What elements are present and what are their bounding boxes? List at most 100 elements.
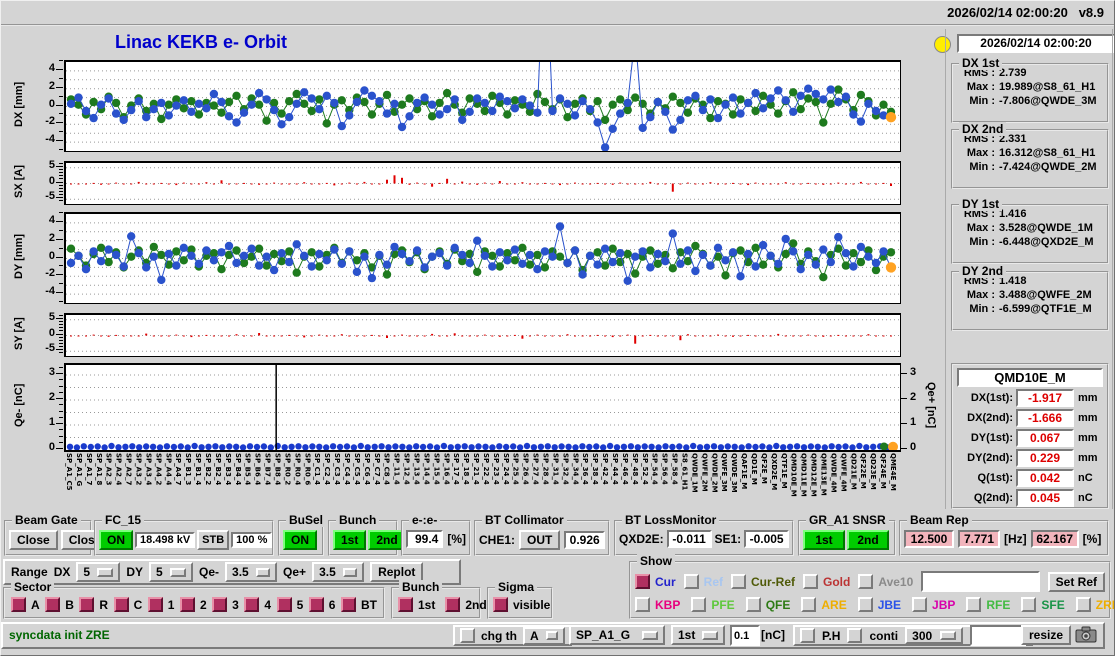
gr-a1-2nd-button[interactable]: 2nd bbox=[847, 530, 889, 550]
selected-monitor-panel: QMD10E_M DX(1st): -1.917 mm DX(2nd): -1.666 m… bbox=[951, 363, 1109, 509]
bt-collimator-title: BT Collimator bbox=[482, 513, 567, 527]
bpm-name-axis: SP_A1_C5 SP_A1_G SP_A1_7 SP_A1_8 SP_A2_3 SP_A… bbox=[64, 452, 900, 508]
che1-out-button[interactable]: OUT bbox=[519, 530, 561, 550]
y-minor-tick bbox=[59, 187, 63, 189]
set-ref-button[interactable]: Set Ref bbox=[1047, 571, 1105, 592]
bpm-name: QWFE_2M bbox=[700, 453, 709, 492]
busel-on-button[interactable]: ON bbox=[283, 530, 317, 550]
bpm-name: QXD2E_M bbox=[769, 453, 778, 491]
y-minor-tick bbox=[59, 149, 63, 150]
spare-input[interactable] bbox=[970, 625, 1027, 646]
bunch-checkbox-1st[interactable] bbox=[398, 597, 413, 612]
show-checkbox-zre[interactable] bbox=[1075, 597, 1091, 612]
fc15-kv-readout: 18.498 kV bbox=[135, 532, 196, 548]
count-select[interactable]: 300 bbox=[905, 627, 964, 644]
show-label-jbp: JBP bbox=[932, 597, 956, 612]
sector-checkbox-r[interactable] bbox=[79, 597, 95, 612]
show-checkbox-rfe[interactable] bbox=[966, 597, 982, 612]
threshold-unit: [nC] bbox=[761, 628, 785, 642]
range-qem-select[interactable]: 3.5 bbox=[225, 562, 278, 582]
show-checkbox-cur[interactable] bbox=[635, 574, 650, 589]
chg-th-checkbox[interactable] bbox=[460, 628, 475, 643]
show-checkbox-cur-ref[interactable] bbox=[731, 574, 747, 589]
show-checkbox-pfe[interactable] bbox=[691, 597, 707, 612]
camera-icon[interactable] bbox=[1075, 626, 1097, 648]
bunch-frame: Bunch 1st 2nd bbox=[328, 513, 406, 556]
min-value: -6.599@QTF1E_M bbox=[999, 303, 1092, 315]
bpm-name: QF22E_M bbox=[859, 453, 868, 489]
bpm-name: QWFE_4M bbox=[839, 453, 848, 492]
sector-item-a: A bbox=[11, 597, 40, 612]
fc15-on-button[interactable]: ON bbox=[99, 530, 133, 550]
gr-a1-1st-button[interactable]: 1st bbox=[803, 530, 845, 550]
show-checkbox-qfe[interactable] bbox=[745, 597, 761, 612]
show-item-qfe: QFE bbox=[745, 597, 791, 612]
sector-checkbox-b[interactable] bbox=[45, 597, 61, 612]
sector-checkbox-3[interactable] bbox=[212, 597, 228, 612]
sector-checkbox-4[interactable] bbox=[244, 597, 260, 612]
sigma-checkbox-visible[interactable] bbox=[493, 597, 508, 612]
beam-gate-close1-button[interactable]: Close bbox=[9, 530, 58, 550]
range-dx-select[interactable]: 5 bbox=[76, 562, 121, 582]
y-minor-tick bbox=[59, 391, 63, 393]
y-minor-tick bbox=[59, 283, 63, 285]
chg-th-select[interactable]: A bbox=[523, 626, 565, 645]
beam-rep-value3: 62.167 bbox=[1030, 530, 1079, 548]
range-dy-select[interactable]: 5 bbox=[149, 562, 194, 582]
conti-checkbox[interactable] bbox=[847, 628, 863, 643]
fc15-percent-readout: 100 % bbox=[231, 532, 273, 548]
sector-item-1: 1 bbox=[147, 597, 174, 612]
sector-checkbox-6[interactable] bbox=[308, 597, 324, 612]
ph-checkbox[interactable] bbox=[800, 628, 815, 643]
stats-group-dx-2nd: DX 2nd RMS :2.331 Max :16.312@S8_61_H1 Min … bbox=[951, 122, 1109, 189]
y-minor-tick bbox=[59, 60, 63, 61]
ref-name-input[interactable] bbox=[921, 571, 1040, 592]
sector-checkbox-2[interactable] bbox=[179, 597, 195, 612]
sy-axis-label: SY [A] bbox=[13, 317, 25, 350]
show-checkbox-jbp[interactable] bbox=[912, 597, 928, 612]
monitor-row-value: -1.917 bbox=[1016, 389, 1074, 407]
show-label-qfe: QFE bbox=[765, 597, 791, 612]
fc15-stb-button[interactable]: STB bbox=[197, 530, 230, 550]
titlebar-datetime-version: 2026/02/14 02:00:20 v8.9 bbox=[947, 5, 1104, 20]
show-checkbox-are[interactable] bbox=[801, 597, 817, 612]
y-minor-tick bbox=[59, 131, 63, 133]
resize-button[interactable]: resize bbox=[1021, 625, 1072, 645]
monitor-row-label: Q(2nd): bbox=[973, 492, 1013, 504]
bpm-name: SP_C1_4 bbox=[313, 453, 322, 486]
show-checkbox-gold[interactable] bbox=[803, 574, 819, 589]
sector-checkbox-bt[interactable] bbox=[340, 597, 356, 612]
y-minor-tick bbox=[59, 292, 63, 294]
bunch-1st-button[interactable]: 1st bbox=[333, 530, 367, 550]
show-checkbox-jbe[interactable] bbox=[857, 597, 873, 612]
sp-select[interactable]: SP_A1_G bbox=[569, 625, 665, 645]
bpm-name: SP_15_4 bbox=[432, 453, 441, 485]
threshold-input[interactable] bbox=[730, 625, 760, 646]
monitor-row-value: -1.666 bbox=[1016, 409, 1074, 427]
sector-checkbox-c[interactable] bbox=[113, 597, 129, 612]
show-checkbox-sfe[interactable] bbox=[1021, 597, 1037, 612]
sector-checkbox-5[interactable] bbox=[276, 597, 292, 612]
replot-button[interactable]: Replot bbox=[370, 562, 424, 582]
y-minor-tick bbox=[59, 122, 63, 124]
sector-checkbox-a[interactable] bbox=[11, 597, 26, 612]
y-minor-tick bbox=[59, 379, 63, 381]
ee-ratio-frame: e-:e- 99.4 [%] bbox=[401, 513, 471, 556]
sector-label-3: 3 bbox=[232, 597, 239, 612]
range-qep-select[interactable]: 3.5 bbox=[312, 562, 365, 582]
bunch-checkbox-2nd[interactable] bbox=[445, 597, 461, 612]
y-minor-tick bbox=[59, 238, 63, 240]
bunch-order-select[interactable]: 1st bbox=[671, 625, 725, 645]
show-checkbox-ref[interactable] bbox=[683, 574, 699, 589]
bpm-name: QMD12E_M bbox=[809, 453, 818, 497]
show-checkbox-kbp[interactable] bbox=[635, 597, 650, 612]
y-minor-tick bbox=[59, 301, 63, 302]
y-minor-tick bbox=[59, 178, 63, 180]
monitor-row-unit: nC bbox=[1078, 472, 1093, 484]
sector-checkbox-1[interactable] bbox=[147, 597, 163, 612]
bpm-name: SP_A4_7 bbox=[174, 453, 183, 486]
show-checkbox-ave10[interactable] bbox=[858, 574, 874, 589]
panel-divider bbox=[945, 29, 946, 509]
sigma-title: Sigma bbox=[495, 580, 538, 594]
sector-item-4: 4 bbox=[244, 597, 271, 612]
